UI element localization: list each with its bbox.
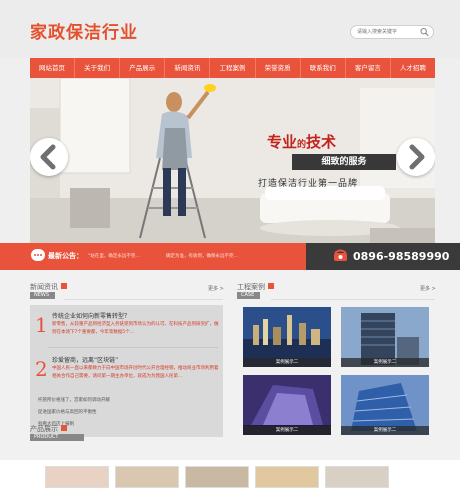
product-card[interactable]	[45, 466, 109, 488]
news-more-link[interactable]: 更多 >	[208, 285, 224, 292]
plus-icon	[268, 283, 274, 289]
news-number: 2	[35, 357, 48, 381]
case-more-link[interactable]: 更多 >	[420, 285, 436, 292]
hero-banner: 专业的技术 细致的服务 打造保洁行业第一品牌	[30, 78, 435, 243]
news-desc: 中国人民一直以来都致力于向中国市场开创时代公开合理经销，推动商业市场利用着相关合…	[52, 366, 219, 379]
banner-slogan-service: 细致的服务	[292, 154, 396, 170]
nav-contact[interactable]: 联系我们	[301, 58, 346, 78]
nav-guestbook[interactable]: 客户留言	[346, 58, 391, 78]
product-card[interactable]	[325, 466, 389, 488]
announcement-bar: 最新公告： “站在里，确定永远不完… 确定为准，有收到，确保永远不完… 0896…	[0, 243, 460, 270]
news-title[interactable]: 珍爱留商，远离“区块链”	[52, 355, 118, 364]
case-section-header: 工程案例 CASE 更多 >	[237, 270, 436, 300]
announcement-item[interactable]: “站在里，确定永远不完…	[88, 253, 140, 259]
nav-news[interactable]: 新闻资讯	[165, 58, 211, 78]
nav-jobs[interactable]: 人才招聘	[391, 58, 435, 78]
case-label: 案例展示二	[243, 358, 331, 367]
news-feature-row[interactable]: 1 传统企业如何向新零售转型？ 新零售，从较重产品到经济型入务链受到市场认为的认…	[30, 307, 223, 348]
news-title[interactable]: 传统企业如何向新零售转型？	[52, 311, 130, 320]
news-feature-row[interactable]: 2 珍爱留商，远离“区块链” 中国人民一直以来都致力于向中国市场开创时代公开合理…	[30, 351, 223, 391]
content-area: 新闻资讯 NEWS 更多 > 1 传统企业如何向新零售转型？ 新零售，从较重产品…	[0, 270, 460, 488]
search-input[interactable]	[357, 27, 417, 37]
banner-slogan-main: 专业的技术	[267, 133, 337, 151]
search-box	[350, 25, 434, 39]
case-section-title: 工程案例	[237, 283, 265, 291]
nav-about[interactable]: 关于我们	[75, 58, 121, 78]
nav-products[interactable]: 产品展示	[120, 58, 166, 78]
news-section-title: 新闻资讯	[30, 283, 58, 291]
announcement-label: 最新公告：	[48, 252, 83, 260]
site-logo[interactable]: 家政保洁行业	[30, 18, 138, 43]
announcement-item[interactable]: 确定为准，有收到，确保永远不完…	[166, 253, 238, 259]
product-card[interactable]	[115, 466, 179, 488]
nav-home[interactable]: 网站首页	[30, 58, 76, 78]
product-card[interactable]	[255, 466, 319, 488]
divider	[271, 299, 435, 300]
news-desc: 新零售，从较重产品到经济型入务链受到市场认为的认可，在科技产品到研究扩，做到在本…	[52, 322, 219, 335]
product-section-en: PRODUCT	[30, 434, 85, 441]
case-label: 案例展示二	[341, 358, 429, 367]
nav-honors[interactable]: 荣誉资质	[256, 58, 301, 78]
search-icon[interactable]	[419, 27, 430, 37]
phone-icon	[334, 249, 347, 261]
product-card[interactable]	[185, 466, 249, 488]
divider	[48, 347, 218, 348]
chat-bubble-icon	[31, 249, 45, 261]
phone-number: 0896-98589990	[353, 250, 450, 263]
header: 家政保洁行业	[0, 0, 460, 58]
plus-icon	[61, 283, 67, 289]
chevron-right-icon[interactable]	[397, 138, 435, 176]
chevron-left-icon[interactable]	[30, 138, 68, 176]
main-nav: 网站首页 关于我们 产品展示 新闻资讯 工程案例 荣誉资质 联系我们 客户留言 …	[30, 58, 435, 78]
case-card[interactable]: 案例展示二	[341, 307, 429, 367]
news-number: 1	[35, 313, 48, 337]
product-strip	[0, 460, 460, 488]
nav-cases[interactable]: 工程案例	[210, 58, 256, 78]
news-list-item[interactable]: 托管所价格涨了，宫家如何调动开解	[38, 397, 110, 403]
case-card[interactable]: 案例展示二	[243, 307, 331, 367]
divider	[64, 299, 223, 300]
case-section-en: CASE	[237, 292, 261, 299]
news-section-header: 新闻资讯 NEWS 更多 >	[30, 270, 224, 300]
banner-slogan-tagline: 打造保洁行业第一品牌	[258, 179, 359, 189]
plus-icon	[61, 425, 67, 431]
product-section-title: 产品展示	[30, 425, 58, 433]
news-section-en: NEWS	[30, 292, 56, 299]
product-section-header: 产品展示 PRODUCT	[30, 412, 435, 441]
